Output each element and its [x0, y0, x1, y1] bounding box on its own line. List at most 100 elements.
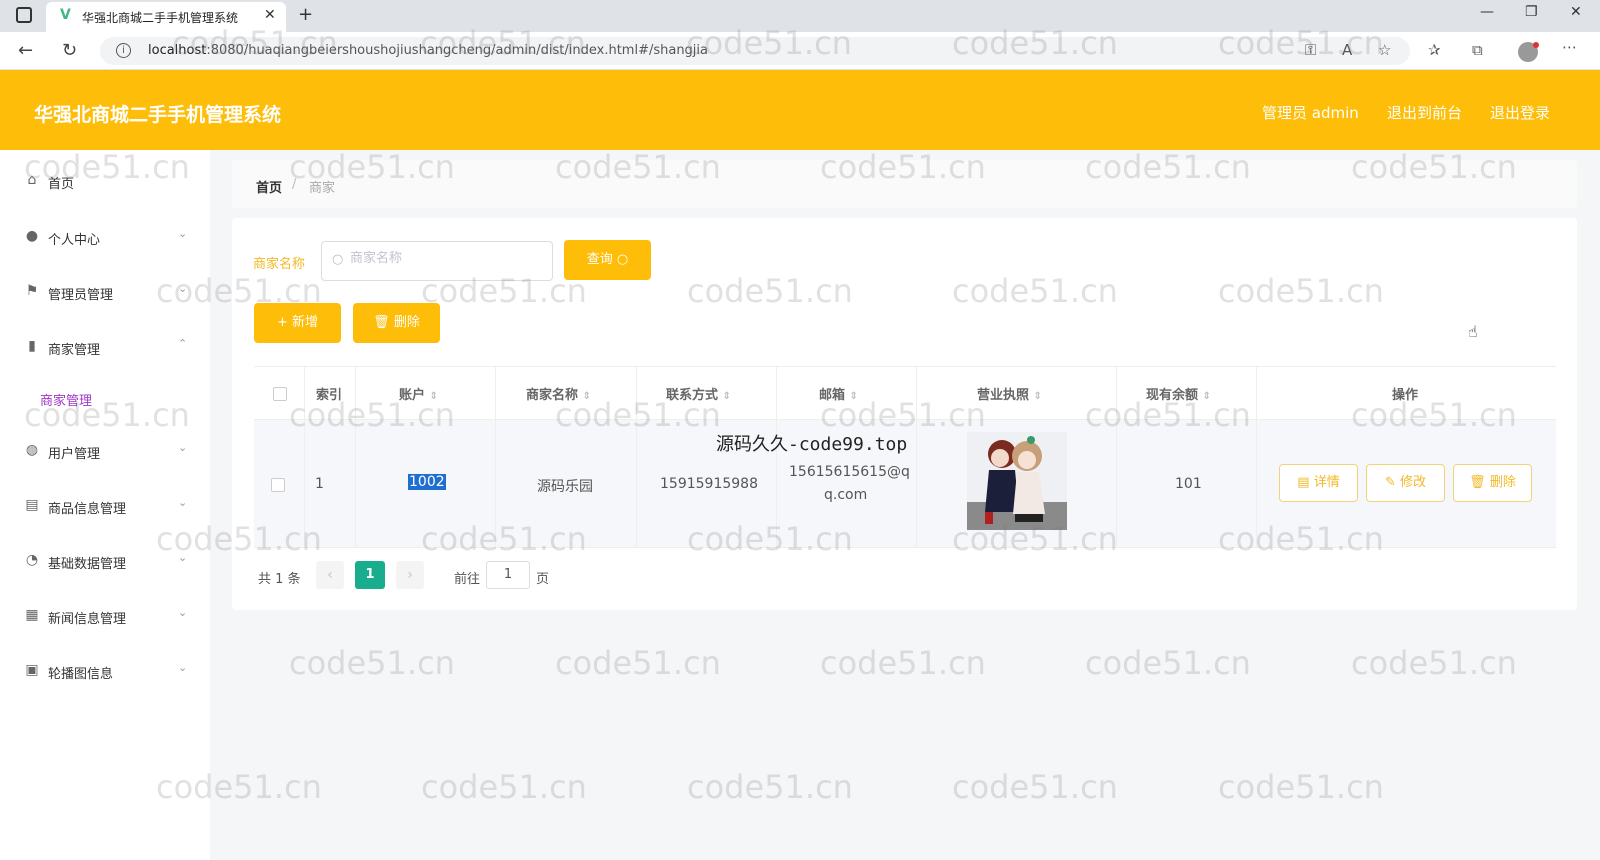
- sidebar-item-label: 个人中心: [48, 233, 101, 248]
- cell-index: 1: [315, 476, 324, 492]
- restore-icon[interactable]: ❐: [1525, 4, 1538, 20]
- chevron-down-icon: ⌄: [178, 496, 188, 509]
- query-button[interactable]: 查询 ○: [564, 240, 651, 280]
- sidebar-item-personal-center[interactable]: ● 个人中心 ⌄: [0, 218, 210, 258]
- chevron-up-icon: ⌃: [178, 337, 188, 350]
- batch-delete-label: 删除: [393, 315, 420, 330]
- submenu-item-merchant-management[interactable]: 商家管理: [40, 390, 92, 409]
- column-header-operations: 操作: [1392, 388, 1419, 403]
- refresh-icon[interactable]: ↻: [62, 40, 77, 61]
- bar-chart-icon: ▮: [28, 338, 36, 354]
- overlay-watermark-text: 源码久久-code99.top: [716, 434, 908, 455]
- sidebar-item-label: 管理员管理: [48, 288, 114, 303]
- info-icon[interactable]: i: [116, 43, 131, 58]
- key-icon[interactable]: ⚿: [1305, 41, 1316, 59]
- sort-icon[interactable]: ⇕: [430, 391, 438, 402]
- url-text[interactable]: localhost:8080/huaqiangbeiershoushojiush…: [148, 43, 708, 58]
- sidebar-item-home[interactable]: ⌂ 首页: [0, 162, 210, 202]
- query-button-label: 查询: [586, 252, 613, 267]
- cell-phone: 15915915988: [660, 476, 758, 492]
- tab-actions-icon[interactable]: [16, 7, 32, 23]
- column-divider: [636, 366, 637, 548]
- sidebar-item-admin-management[interactable]: ⚑ 管理员管理 ⌄: [0, 273, 210, 313]
- search-input-wrapper[interactable]: ○: [321, 241, 553, 281]
- logout-link[interactable]: 退出登录: [1490, 102, 1550, 123]
- globe-icon: ◍: [25, 442, 39, 458]
- new-tab-icon[interactable]: +: [298, 4, 313, 25]
- sidebar-item-product-management[interactable]: ▤ 商品信息管理 ⌄: [0, 487, 210, 527]
- sort-icon[interactable]: ⇕: [583, 391, 591, 402]
- admin-user-link[interactable]: 管理员 admin: [1262, 102, 1359, 123]
- collections-icon[interactable]: ⧉: [1472, 41, 1483, 59]
- row-delete-button[interactable]: 🗑 删除: [1453, 464, 1532, 502]
- next-page-button[interactable]: ›: [396, 561, 424, 589]
- more-menu-icon[interactable]: ⋯: [1562, 38, 1577, 56]
- read-aloud-icon[interactable]: A: [1342, 41, 1352, 59]
- row-delete-label: 删除: [1489, 475, 1516, 490]
- sort-icon[interactable]: ⇕: [1034, 391, 1042, 402]
- sidebar-item-user-management[interactable]: ◍ 用户管理 ⌄: [0, 432, 210, 472]
- edit-button[interactable]: ✎ 修改: [1366, 464, 1445, 502]
- column-header-email[interactable]: 邮箱 ⇕: [819, 384, 858, 403]
- batch-delete-button[interactable]: 🗑 删除: [353, 303, 440, 343]
- row-checkbox[interactable]: [271, 478, 285, 492]
- column-divider: [916, 366, 917, 548]
- sort-icon[interactable]: ⇕: [1203, 391, 1211, 402]
- image-icon: ▣: [25, 662, 39, 678]
- sidebar-item-label: 基础数据管理: [48, 557, 127, 572]
- cell-email-line2: q.com: [824, 487, 868, 503]
- exit-to-frontend-link[interactable]: 退出到前台: [1387, 102, 1462, 123]
- window-close-icon[interactable]: ✕: [1570, 4, 1582, 20]
- minimize-icon[interactable]: —: [1480, 4, 1494, 20]
- tab-title: 华强北商城二手手机管理系统: [82, 11, 239, 25]
- favorite-add-icon[interactable]: ☆: [1378, 41, 1391, 59]
- cell-account: 1002: [408, 474, 446, 490]
- column-header-label: 账户: [399, 388, 426, 403]
- edit-label: 修改: [1400, 475, 1427, 490]
- sidebar-item-news-management[interactable]: ▦ 新闻信息管理 ⌄: [0, 597, 210, 637]
- column-header-license[interactable]: 营业执照 ⇕: [977, 384, 1042, 403]
- sidebar-item-carousel-info[interactable]: ▣ 轮播图信息 ⌄: [0, 652, 210, 692]
- pagination-total: 共 1 条: [258, 572, 301, 587]
- grid-icon: ▦: [25, 607, 39, 623]
- chevron-down-icon: ⌄: [178, 227, 188, 240]
- page-number-button[interactable]: 1: [355, 561, 385, 589]
- detail-button[interactable]: ▤ 详情: [1279, 464, 1358, 502]
- search-label: 商家名称: [253, 257, 306, 272]
- breadcrumb-home[interactable]: 首页: [256, 177, 282, 196]
- column-divider: [304, 366, 305, 548]
- column-header-label: 邮箱: [819, 388, 846, 403]
- document-icon: ▤: [25, 497, 39, 513]
- column-header-balance[interactable]: 现有余额 ⇕: [1146, 384, 1211, 403]
- sort-icon[interactable]: ⇕: [723, 391, 731, 402]
- tab-close-icon[interactable]: ✕: [264, 7, 276, 23]
- chevron-down-icon: ⌄: [178, 606, 188, 619]
- cell-balance: 101: [1175, 476, 1202, 492]
- add-button[interactable]: + 新增: [254, 303, 341, 343]
- column-divider: [495, 366, 496, 548]
- sidebar-item-merchant-management[interactable]: ▮ 商家管理 ⌃: [0, 328, 210, 368]
- column-header-label: 现有余额: [1146, 388, 1199, 403]
- sidebar-item-label: 轮播图信息: [48, 667, 114, 682]
- compass-icon: ◔: [25, 552, 39, 568]
- column-header-account[interactable]: 账户 ⇕: [399, 384, 438, 403]
- select-all-checkbox[interactable]: [273, 387, 287, 401]
- browser-tab[interactable]: V 华强北商城二手手机管理系统 ✕: [46, 2, 286, 32]
- search-input[interactable]: [350, 251, 545, 266]
- column-header-label: 商家名称: [526, 388, 579, 403]
- license-image[interactable]: [967, 432, 1067, 530]
- favorites-icon[interactable]: ✰: [1428, 41, 1441, 59]
- column-header-merchant-name[interactable]: 商家名称 ⇕: [526, 384, 591, 403]
- back-icon[interactable]: ←: [18, 40, 33, 61]
- hand-cursor-icon: ☝: [1468, 322, 1478, 341]
- goto-page-input[interactable]: 1: [486, 561, 530, 589]
- column-header-index: 索引: [316, 388, 343, 403]
- app-title: 华强北商城二手手机管理系统: [34, 104, 282, 126]
- sidebar-item-basic-data-management[interactable]: ◔ 基础数据管理 ⌄: [0, 542, 210, 582]
- breadcrumb: [232, 160, 1577, 208]
- pagination-page-suffix: 页: [536, 572, 550, 587]
- prev-page-button[interactable]: ‹: [316, 561, 344, 589]
- sort-icon[interactable]: ⇕: [850, 391, 858, 402]
- column-header-contact[interactable]: 联系方式 ⇕: [666, 384, 731, 403]
- chevron-down-icon: ⌄: [178, 551, 188, 564]
